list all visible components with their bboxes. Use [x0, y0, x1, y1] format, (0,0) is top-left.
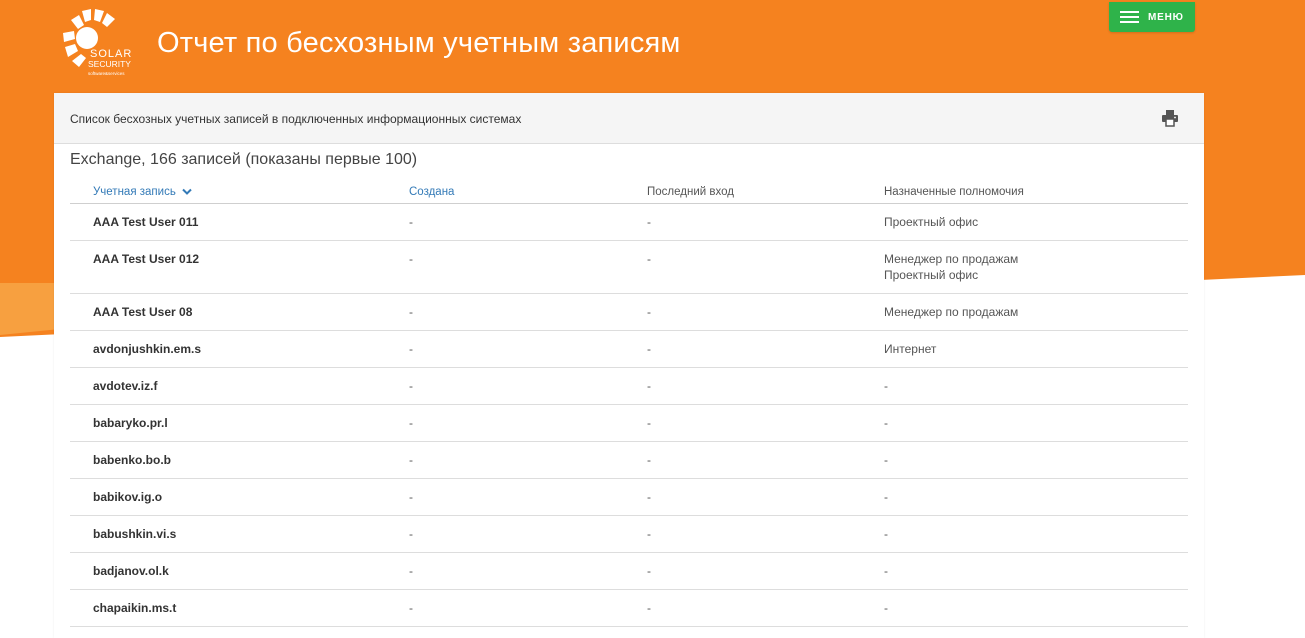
- table-row: avdonjushkin.em.s - - Интернет: [70, 330, 1188, 368]
- permission-item: Менеджер по продажам: [884, 252, 1019, 266]
- logo-text-security: SECURITY: [88, 59, 131, 69]
- created-cell: -: [409, 478, 647, 516]
- permission-item: -: [884, 527, 888, 541]
- permission-item: -: [884, 416, 888, 430]
- account-cell: badjanov.ol.k: [70, 552, 409, 590]
- last-login-cell: -: [647, 240, 884, 294]
- created-cell: -: [409, 589, 647, 627]
- permissions-cell: -: [884, 441, 1188, 479]
- permission-item: Проектный офис: [884, 268, 979, 282]
- account-cell: AAA Test User 011: [70, 203, 409, 241]
- permissions-cell: Проектный офис: [884, 203, 1188, 241]
- account-cell: avdotev.iz.f: [70, 367, 409, 405]
- orphan-accounts-table: Учетная запись Создана Последний вход На…: [70, 181, 1188, 627]
- permissions-cell: -: [884, 478, 1188, 516]
- hamburger-icon: [1120, 11, 1139, 23]
- account-cell: babenko.bo.b: [70, 441, 409, 479]
- permissions-cell: -: [884, 515, 1188, 553]
- permissions-cell: Менеджер по продажам Проектный офис: [884, 240, 1188, 294]
- created-cell: -: [409, 367, 647, 405]
- page-title: Отчет по бесхозным учетным записям: [157, 27, 681, 59]
- last-login-cell: -: [647, 404, 884, 442]
- table-row: babushkin.vi.s - - -: [70, 515, 1188, 553]
- last-login-cell: -: [647, 589, 884, 627]
- permission-item: -: [884, 601, 888, 615]
- menu-button[interactable]: МЕНЮ: [1109, 2, 1195, 32]
- chevron-down-icon: [182, 189, 192, 196]
- permissions-cell: Менеджер по продажам: [884, 293, 1188, 331]
- account-cell: avdonjushkin.em.s: [70, 330, 409, 368]
- account-cell: AAA Test User 012: [70, 240, 409, 294]
- table-row: babaryko.pr.l - - -: [70, 404, 1188, 442]
- created-cell: -: [409, 515, 647, 553]
- table-row: AAA Test User 012- - Менеджер по продажам П…: [70, 240, 1188, 294]
- permissions-cell: Интернет: [884, 330, 1188, 368]
- permission-item: Менеджер по продажам: [884, 305, 1019, 319]
- report-panel: Список бесхозных учетных записей в подкл…: [54, 93, 1204, 638]
- solar-security-logo: SOLAR SECURITY software&services: [63, 9, 131, 76]
- menu-label: МЕНЮ: [1148, 11, 1184, 23]
- created-cell: -: [409, 441, 647, 479]
- last-login-cell: -: [647, 203, 884, 241]
- last-login-cell: -: [647, 552, 884, 590]
- last-login-cell: -: [647, 515, 884, 553]
- account-cell: chapaikin.ms.t: [70, 589, 409, 627]
- table-row: AAA Test User 011- - Проектный офис: [70, 203, 1188, 241]
- created-cell: -: [409, 330, 647, 368]
- table-body: AAA Test User 011- - Проектный офис AAA Tes…: [70, 203, 1188, 627]
- table-row: babenko.bo.b - - -: [70, 441, 1188, 479]
- permissions-cell: -: [884, 404, 1188, 442]
- column-header-account[interactable]: Учетная запись: [70, 181, 409, 204]
- permissions-cell: -: [884, 552, 1188, 590]
- table-row: avdotev.iz.f - - -: [70, 367, 1188, 405]
- created-cell: -: [409, 293, 647, 331]
- permission-item: -: [884, 490, 888, 504]
- permissions-cell: -: [884, 589, 1188, 627]
- last-login-cell: -: [647, 441, 884, 479]
- table-row: AAA Test User 08- - Менеджер по продажам: [70, 293, 1188, 331]
- section-title: Exchange, 166 записей (показаны первые 1…: [70, 151, 418, 168]
- panel-description: Список бесхозных учетных записей в подкл…: [70, 112, 522, 126]
- permission-item: -: [884, 379, 888, 393]
- panel-header: Список бесхозных учетных записей в подкл…: [54, 93, 1204, 144]
- table-header-row: Учетная запись Создана Последний вход На…: [70, 181, 1188, 204]
- column-header-created[interactable]: Создана: [409, 181, 647, 204]
- permission-item: -: [884, 564, 888, 578]
- account-cell: babikov.ig.o: [70, 478, 409, 516]
- column-header-last-login: Последний вход: [647, 181, 884, 204]
- printer-icon[interactable]: [1162, 109, 1178, 127]
- permission-item: Интернет: [884, 342, 937, 356]
- created-cell: -: [409, 240, 647, 294]
- permission-item: Проектный офис: [884, 215, 979, 229]
- last-login-cell: -: [647, 367, 884, 405]
- created-cell: -: [409, 404, 647, 442]
- permission-item: -: [884, 453, 888, 467]
- column-header-permissions: Назначенные полномочия: [884, 181, 1188, 204]
- account-cell: AAA Test User 08: [70, 293, 409, 331]
- table-row: chapaikin.ms.t - - -: [70, 589, 1188, 627]
- table-row: babikov.ig.o - - -: [70, 478, 1188, 516]
- created-cell: -: [409, 203, 647, 241]
- column-header-account-label: Учетная запись: [93, 186, 176, 198]
- last-login-cell: -: [647, 478, 884, 516]
- logo-text-tagline: software&services: [88, 71, 125, 76]
- last-login-cell: -: [647, 293, 884, 331]
- table-row: badjanov.ol.k - - -: [70, 552, 1188, 590]
- permissions-cell: -: [884, 367, 1188, 405]
- account-cell: babushkin.vi.s: [70, 515, 409, 553]
- created-cell: -: [409, 552, 647, 590]
- account-cell: babaryko.pr.l: [70, 404, 409, 442]
- last-login-cell: -: [647, 330, 884, 368]
